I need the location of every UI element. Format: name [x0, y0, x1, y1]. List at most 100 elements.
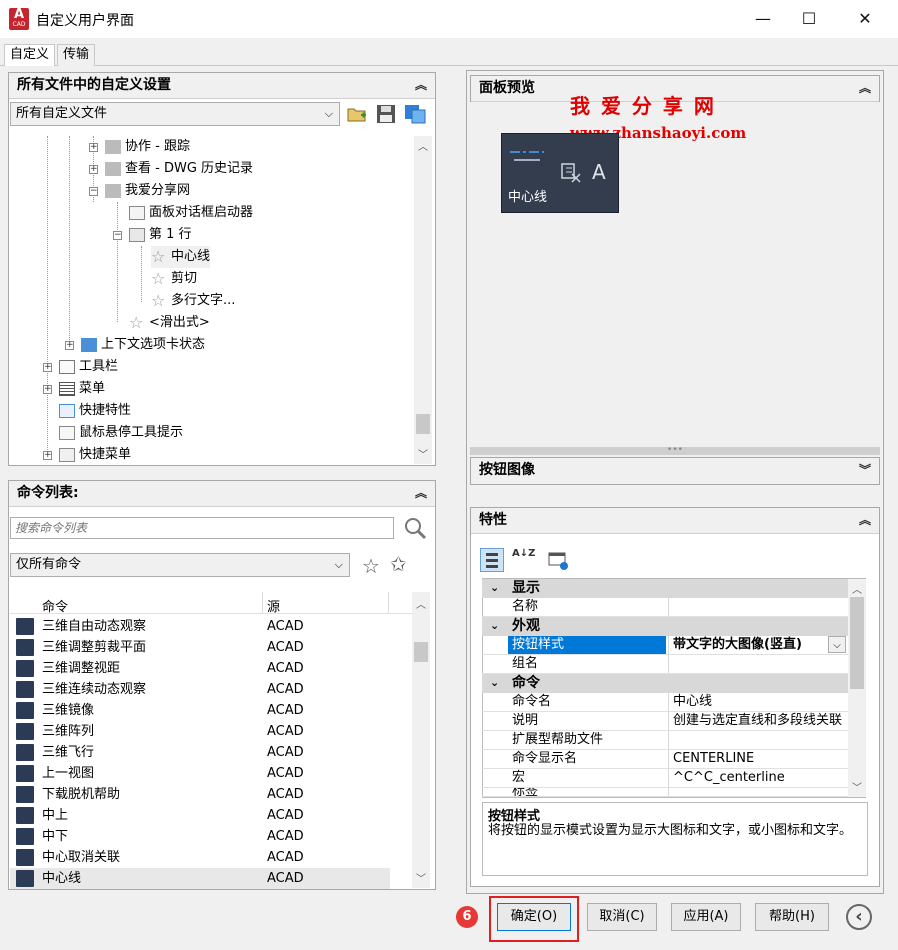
col-header-source[interactable]: 源 — [267, 596, 280, 615]
command-row[interactable]: 三维自由动态观察 ACAD — [10, 616, 390, 637]
tree-item-slideout[interactable]: ☆ <滑出式> — [129, 312, 210, 334]
command-row[interactable]: 三维连续动态观察 ACAD — [10, 679, 390, 700]
tree-item-toolbars[interactable]: 工具栏 — [59, 356, 118, 378]
tree-item-row-1[interactable]: 第 1 行 — [129, 224, 192, 246]
cancel-button[interactable]: 取消(C) — [587, 903, 657, 931]
prop-value[interactable] — [668, 731, 848, 749]
scroll-down-icon[interactable]: ﹀ — [412, 870, 430, 885]
ok-button[interactable]: 确定(O) — [497, 903, 571, 931]
expand-icon[interactable]: + — [43, 451, 52, 460]
scroll-thumb[interactable] — [850, 597, 864, 689]
prop-row-macro[interactable]: 宏 ^C^C_centerline — [482, 769, 848, 788]
scroll-thumb[interactable] — [414, 642, 428, 662]
tree-item-centerline[interactable]: ☆ 中心线 — [151, 246, 211, 268]
tree-item-mtext[interactable]: ☆ 多行文字... — [151, 290, 235, 312]
collapse-left-icon[interactable]: ‹ — [846, 904, 872, 930]
preview-tile-centerline[interactable]: A 中心线 — [501, 133, 619, 213]
tree-item-trim[interactable]: ☆ 剪切 — [151, 268, 197, 290]
collapse-chevron-icon[interactable]: ︽ — [415, 73, 427, 97]
command-row[interactable]: 三维调整剪裁平面 ACAD — [10, 637, 390, 658]
command-row[interactable]: 三维飞行 ACAD — [10, 742, 390, 763]
customization-file-combo[interactable]: 所有自定义文件 ⌵ — [10, 102, 340, 126]
tree-item-contextual-tab-states[interactable]: 上下文选项卡状态 — [81, 334, 205, 356]
categorized-view-icon[interactable] — [480, 548, 504, 572]
command-row[interactable]: 三维调整视距 ACAD — [10, 658, 390, 679]
prop-row-name[interactable]: 名称 — [482, 598, 848, 617]
partial-customization-icon[interactable] — [404, 104, 426, 124]
collapse-chevron-icon[interactable]: ︽ — [859, 76, 871, 100]
prop-value[interactable]: CENTERLINE — [668, 750, 848, 768]
alphabetical-sort-icon[interactable]: A↓Z — [512, 549, 535, 573]
save-icon[interactable] — [376, 104, 396, 124]
tree-item-dialog-launcher[interactable]: 面板对话框启动器 — [129, 202, 253, 224]
tree-scrollbar[interactable]: ︿ ﹀ — [414, 136, 432, 464]
splitter-handle[interactable]: ••• — [470, 446, 880, 455]
new-command-star-icon[interactable]: ☆ — [362, 556, 384, 578]
collapse-chevron-icon[interactable]: ︽ — [415, 481, 427, 505]
command-row[interactable]: 中下 ACAD — [10, 826, 390, 847]
tree-item-quick-properties[interactable]: 快捷特性 — [59, 400, 131, 422]
close-button[interactable]: ✕ — [842, 0, 888, 38]
prop-row-tags[interactable]: 标签 — [482, 788, 848, 797]
tree-item-share-panel[interactable]: 我爱分享网 — [105, 180, 190, 202]
open-file-icon[interactable] — [346, 104, 368, 124]
prop-row-command-name[interactable]: 命令名 中心线 — [482, 693, 848, 712]
collapse-chevron-icon[interactable]: ︽ — [859, 508, 871, 532]
collapse-icon[interactable]: − — [89, 187, 98, 196]
expand-icon[interactable]: + — [43, 363, 52, 372]
scroll-down-icon[interactable]: ﹀ — [414, 446, 432, 461]
expand-icon[interactable]: + — [65, 341, 74, 350]
tree-item-shortcut-menus[interactable]: 快捷菜单 — [59, 444, 131, 464]
command-row[interactable]: 下载脱机帮助 ACAD — [10, 784, 390, 805]
command-row[interactable]: 中心取消关联 ACAD — [10, 847, 390, 868]
scroll-up-icon[interactable]: ︿ — [412, 596, 430, 611]
command-row[interactable]: 三维阵列 ACAD — [10, 721, 390, 742]
prop-value[interactable] — [668, 655, 848, 673]
command-row[interactable]: 中心线 ACAD — [10, 868, 390, 889]
command-star-burst-icon[interactable]: ✩ — [390, 554, 414, 576]
prop-value[interactable]: 创建与选定直线和多段线关联 — [668, 712, 848, 730]
tab-transfer[interactable]: 传输 — [57, 44, 96, 66]
tree-item-rollover-tooltips[interactable]: 鼠标悬停工具提示 — [59, 422, 183, 444]
maximize-button[interactable]: ☐ — [786, 0, 832, 38]
tree-item-collab-tracking[interactable]: 协作 - 跟踪 — [105, 136, 190, 158]
search-icon[interactable] — [402, 516, 428, 540]
command-row[interactable]: 中上 ACAD — [10, 805, 390, 826]
tree-item-dwg-history[interactable]: 查看 - DWG 历史记录 — [105, 158, 253, 180]
help-button[interactable]: 帮助(H) — [755, 903, 829, 931]
category-display[interactable]: ⌄ 显示 — [482, 579, 848, 598]
prop-value[interactable]: 带文字的大图像(竖直) — [668, 636, 828, 654]
expand-chevron-icon[interactable]: ︾ — [859, 458, 871, 482]
button-image-header[interactable]: 按钮图像 ︾ — [471, 458, 879, 484]
command-row[interactable]: 上一视图 ACAD — [10, 763, 390, 784]
prop-row-extended-help[interactable]: 扩展型帮助文件 — [482, 731, 848, 750]
prop-row-description[interactable]: 说明 创建与选定直线和多段线关联 — [482, 712, 848, 731]
tree-item-menus[interactable]: 菜单 — [59, 378, 105, 400]
prop-value[interactable]: 中心线 — [668, 693, 848, 711]
category-appearance[interactable]: ⌄ 外观 — [482, 617, 848, 636]
expand-icon[interactable]: + — [89, 165, 98, 174]
property-pages-icon[interactable] — [548, 551, 570, 571]
apply-button[interactable]: 应用(A) — [671, 903, 741, 931]
tab-customize[interactable]: 自定义 — [4, 44, 56, 66]
prop-value[interactable]: ^C^C_centerline — [668, 769, 848, 787]
dropdown-arrow-icon[interactable]: ⌵ — [828, 636, 846, 653]
prop-value[interactable] — [668, 598, 848, 616]
scroll-up-icon[interactable]: ︿ — [848, 581, 866, 596]
scroll-thumb[interactable] — [416, 414, 430, 434]
expand-icon[interactable]: + — [89, 143, 98, 152]
expand-icon[interactable]: + — [43, 385, 52, 394]
prop-row-command-display-name[interactable]: 命令显示名 CENTERLINE — [482, 750, 848, 769]
scroll-down-icon[interactable]: ﹀ — [848, 779, 866, 794]
scroll-up-icon[interactable]: ︿ — [414, 138, 432, 153]
prop-row-group[interactable]: 组名 — [482, 655, 848, 674]
category-command[interactable]: ⌄ 命令 — [482, 674, 848, 693]
prop-value[interactable] — [668, 788, 848, 796]
minimize-button[interactable]: — — [740, 0, 786, 38]
col-header-command[interactable]: 命令 — [42, 596, 68, 615]
command-filter-combo[interactable]: 仅所有命令 ⌵ — [10, 553, 350, 577]
command-list-scrollbar[interactable]: ︿ ﹀ — [412, 592, 430, 888]
command-row[interactable]: 三维镜像 ACAD — [10, 700, 390, 721]
prop-row-button-style[interactable]: 按钮样式 带文字的大图像(竖直) ⌵ — [482, 636, 848, 655]
property-grid-scrollbar[interactable]: ︿ ﹀ — [848, 579, 866, 797]
